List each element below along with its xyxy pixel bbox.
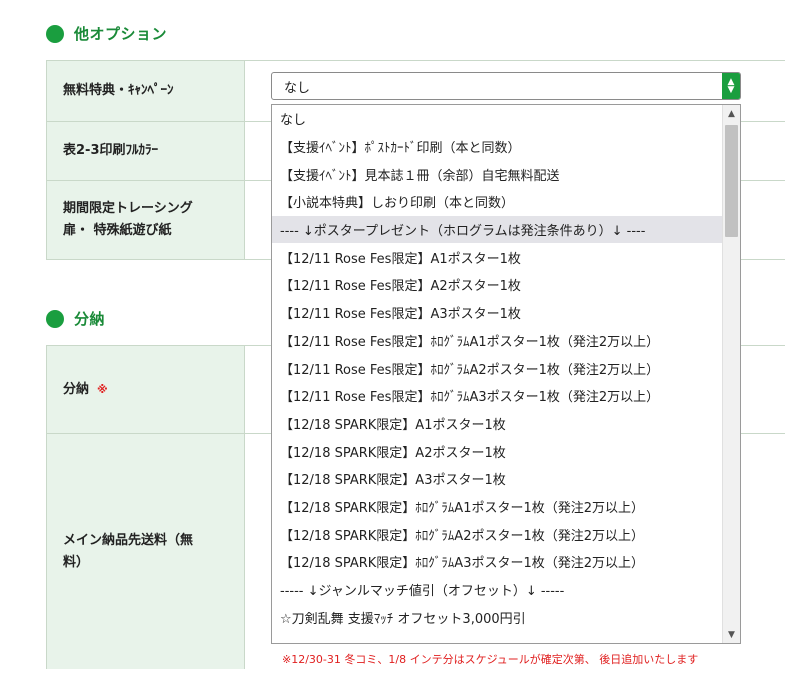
- dropdown-option[interactable]: 【12/18 SPARK限定】ﾎﾛｸﾞﾗﾑA3ポスター1枚（発注2万以上）: [272, 548, 740, 576]
- dropdown-option[interactable]: 【12/11 Rose Fes限定】A3ポスター1枚: [272, 299, 740, 327]
- main-shipping-label-line1: メイン納品先送料（無: [63, 532, 194, 548]
- required-mark: ※: [97, 382, 108, 396]
- tracing-label-line1: 期間限定トレーシング: [63, 201, 193, 216]
- section-title: 分納: [74, 310, 106, 328]
- section-title: 他オプション: [74, 25, 168, 43]
- dropdown-option[interactable]: なし: [272, 105, 740, 133]
- dropdown-option[interactable]: 【12/11 Rose Fes限定】ﾎﾛｸﾞﾗﾑA2ポスター1枚（発注2万以上）: [272, 354, 740, 382]
- dropdown-option[interactable]: 【小説本特典】しおり印刷（本と同数）: [272, 188, 740, 216]
- dropdown-option[interactable]: 【12/18 SPARK限定】A3ポスター1枚: [272, 465, 740, 493]
- scrollbar-thumb[interactable]: [725, 125, 738, 237]
- installment-label: 分納 ※: [46, 346, 245, 433]
- main-shipping-label-line2: 料）: [63, 554, 90, 570]
- main-shipping-label: メイン納品先送料（無 料）: [46, 434, 245, 669]
- dropdown-option[interactable]: ☆刀剣乱舞 支援ﾏｯﾁ オフセット3,000円引: [272, 603, 740, 631]
- dropdown-option[interactable]: 【12/11 Rose Fes限定】A1ポスター1枚: [272, 243, 740, 271]
- section-header-other-options: 他オプション: [46, 23, 167, 44]
- dropdown-option[interactable]: 【12/18 SPARK限定】ﾎﾛｸﾞﾗﾑA1ポスター1枚（発注2万以上）: [272, 493, 740, 521]
- section-header-installment: 分納: [46, 308, 105, 329]
- dropdown-option[interactable]: 【支援ｲﾍﾞﾝﾄ】見本誌１冊（余部）自宅無料配送: [272, 160, 740, 188]
- dropdown-option[interactable]: 【12/18 SPARK限定】A2ポスター1枚: [272, 437, 740, 465]
- select-updown-icon[interactable]: ▲ ▼: [722, 73, 740, 99]
- schedule-notice: ※12/30-31 冬コミ、1/8 インテ分はスケジュールが確定次第、 後日追加…: [282, 653, 699, 666]
- dropdown-scrollbar[interactable]: ▲ ▼: [722, 105, 740, 643]
- dropdown-option[interactable]: ----- ↓ジャンルマッチ値引（オフセット）↓ -----: [272, 576, 740, 604]
- scroll-down-icon[interactable]: ▼: [723, 626, 740, 643]
- scroll-up-icon[interactable]: ▲: [723, 105, 740, 122]
- bullet-circle-icon: [46, 309, 64, 328]
- dropdown-option[interactable]: 【12/11 Rose Fes限定】ﾎﾛｸﾞﾗﾑA1ポスター1枚（発注2万以上）: [272, 327, 740, 355]
- installment-label-text: 分納: [63, 381, 90, 397]
- campaign-select-value: なし: [284, 80, 311, 96]
- dropdown-option[interactable]: 【12/18 SPARK限定】ﾎﾛｸﾞﾗﾑA2ポスター1枚（発注2万以上）: [272, 520, 740, 548]
- dropdown-option[interactable]: 【12/11 Rose Fes限定】A2ポスター1枚: [272, 271, 740, 299]
- dropdown-option[interactable]: 【12/18 SPARK限定】A1ポスター1枚: [272, 410, 740, 438]
- campaign-label: 無料特典・ｷｬﾝﾍﾟｰﾝ: [46, 61, 245, 121]
- campaign-select[interactable]: なし ▲ ▼: [271, 72, 741, 100]
- campaign-dropdown-list[interactable]: なし 【支援ｲﾍﾞﾝﾄ】ﾎﾟｽﾄｶｰﾄﾞ印刷（本と同数） 【支援ｲﾍﾞﾝﾄ】見本誌１…: [271, 104, 741, 644]
- bullet-circle-icon: [46, 24, 64, 43]
- fullcolor-label: 表2-3印刷ﾌﾙｶﾗｰ: [46, 122, 245, 180]
- dropdown-option[interactable]: 【支援ｲﾍﾞﾝﾄ】ﾎﾟｽﾄｶｰﾄﾞ印刷（本と同数）: [272, 133, 740, 161]
- tracing-label: 期間限定トレーシング 扉・ 特殊紙遊び紙: [46, 181, 245, 259]
- dropdown-option[interactable]: 【12/11 Rose Fes限定】ﾎﾛｸﾞﾗﾑA3ポスター1枚（発注2万以上）: [272, 382, 740, 410]
- dropdown-option[interactable]: ---- ↓ポスタープレゼント（ホログラムは発注条件あり）↓ ----: [272, 215, 740, 244]
- tracing-label-line2: 扉・ 特殊紙遊び紙: [63, 223, 172, 238]
- dropdown-options: なし 【支援ｲﾍﾞﾝﾄ】ﾎﾟｽﾄｶｰﾄﾞ印刷（本と同数） 【支援ｲﾍﾞﾝﾄ】見本誌１…: [272, 105, 740, 631]
